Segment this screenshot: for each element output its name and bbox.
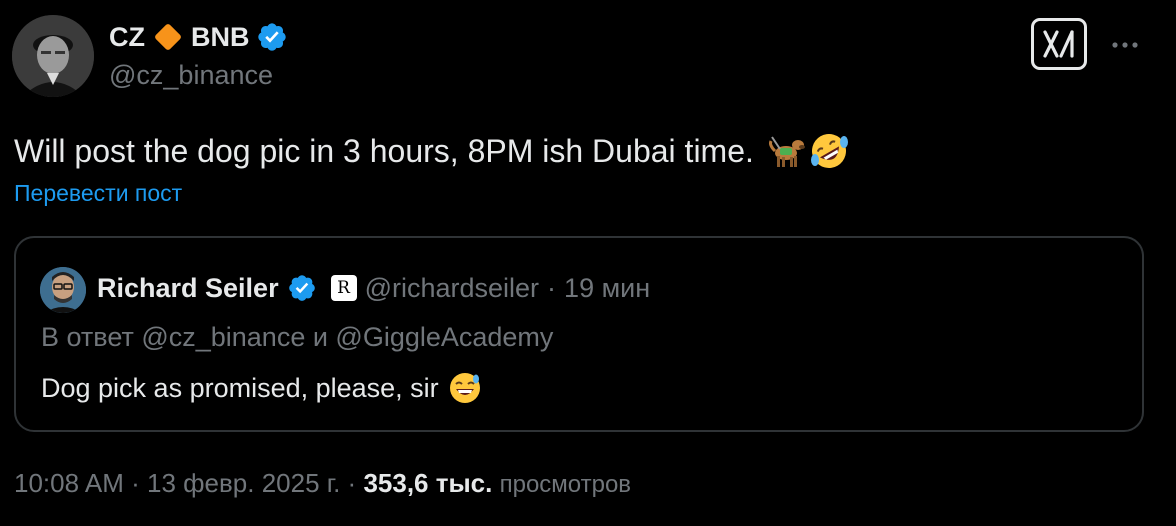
grok-button[interactable] bbox=[1031, 18, 1087, 70]
reply-to-line: В ответ @cz_binance и @GiggleAcademy bbox=[41, 322, 554, 352]
views-label: просмотров bbox=[499, 471, 632, 498]
quoted-author-avatar[interactable] bbox=[40, 267, 86, 313]
author-name-row[interactable]: CZ BNB bbox=[109, 19, 288, 55]
service-dog-emoji bbox=[766, 133, 806, 169]
rofl-emoji bbox=[808, 130, 850, 172]
quoted-author-name[interactable]: Richard Seiler bbox=[97, 273, 279, 304]
tweet-text: Will post the dog pic in 3 hours, 8PM is… bbox=[14, 130, 850, 172]
meta-separator: · bbox=[547, 272, 557, 303]
verified-badge-icon bbox=[256, 21, 288, 53]
quoted-header: Richard Seiler R @richardseiler · 19 мин bbox=[97, 270, 650, 306]
footer-separator: · bbox=[131, 468, 140, 498]
quoted-time[interactable]: 19 мин bbox=[564, 273, 650, 304]
tweet-time[interactable]: 10:08 AM bbox=[14, 468, 124, 498]
sweat-smile-emoji bbox=[447, 370, 483, 406]
translate-post-link[interactable]: Перевести пост bbox=[14, 180, 182, 207]
affiliate-badge-label: R bbox=[337, 277, 350, 298]
more-button[interactable] bbox=[1110, 30, 1140, 60]
views-count[interactable]: 353,6 тыс. bbox=[363, 468, 492, 498]
tweet-footer: 10:08 AM · 13 февр. 2025 г. · 353,6 тыс.… bbox=[14, 468, 631, 499]
author-avatar[interactable] bbox=[12, 15, 94, 97]
tweet-date[interactable]: 13 февр. 2025 г. bbox=[147, 468, 340, 498]
more-icon bbox=[1111, 41, 1139, 49]
tweet-body: Will post the dog pic in 3 hours, 8PM is… bbox=[14, 133, 754, 169]
author-name[interactable]: CZ bbox=[109, 22, 145, 53]
diamond-icon bbox=[153, 22, 183, 52]
quoted-body: Dog pick as promised, please, sir bbox=[41, 372, 439, 403]
author-name-suffix[interactable]: BNB bbox=[191, 22, 250, 53]
quoted-author-handle[interactable]: @richardseiler bbox=[365, 273, 539, 304]
grok-icon bbox=[1042, 29, 1076, 59]
author-handle[interactable]: @cz_binance bbox=[109, 60, 273, 91]
quoted-text: Dog pick as promised, please, sir bbox=[41, 370, 483, 406]
footer-separator: · bbox=[347, 468, 357, 498]
avatar-image bbox=[12, 15, 94, 97]
quoted-tweet-card[interactable]: Richard Seiler R @richardseiler · 19 мин… bbox=[14, 236, 1144, 432]
quoted-avatar-image bbox=[40, 267, 86, 313]
affiliate-badge[interactable]: R bbox=[330, 275, 357, 301]
verified-badge-icon bbox=[287, 273, 317, 303]
